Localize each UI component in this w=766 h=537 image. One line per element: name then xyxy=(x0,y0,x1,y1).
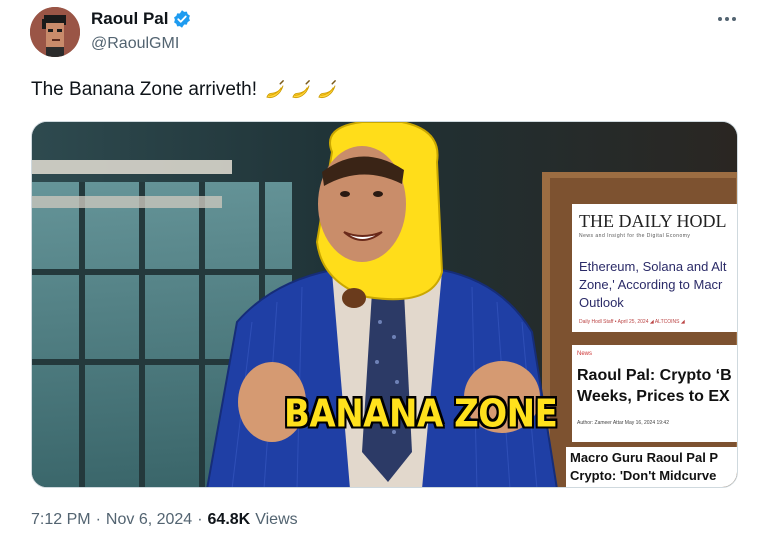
pixel-punk-avatar-icon xyxy=(30,7,80,57)
section-tag: News xyxy=(577,351,593,357)
emoji-group xyxy=(263,78,338,101)
views-label: Views xyxy=(255,511,298,528)
article-meta: Author: Zameer Attar May 16, 2024 19:42 xyxy=(577,420,669,426)
dot-icon xyxy=(718,17,722,21)
article-meta: Daily Hodl Staff • April 25, 2024 ◢ ALTC… xyxy=(579,319,685,325)
separator: · xyxy=(197,511,203,528)
headline-line: Weeks, Prices to EX xyxy=(577,388,730,405)
banana-emoji-icon xyxy=(292,80,310,98)
tweet-media-image[interactable]: BANANA ZONE THE DAILY HODL News and Insi… xyxy=(31,121,738,488)
article-card-daily-hodl: THE DAILY HODL News and Insight for the … xyxy=(572,204,737,332)
headline-line: Ethereum, Solana and Alt xyxy=(579,259,727,274)
meme-caption: BANANA ZONE xyxy=(284,391,558,437)
author-display-name[interactable]: Raoul Pal xyxy=(91,9,168,29)
article-headline: Raoul Pal: Crypto ‘B Weeks, Prices to EX xyxy=(577,365,732,407)
tweet-footer: 7:12 PM · Nov 6, 2024 · 64.8K Views xyxy=(31,511,298,529)
dot-icon xyxy=(725,17,729,21)
tweet-body: The Banana Zone arriveth! xyxy=(31,78,258,100)
author-handle[interactable]: @RaoulGMI xyxy=(91,35,179,53)
more-options-button[interactable] xyxy=(714,8,740,30)
outlet-tagline: News and Insight for the Digital Economy xyxy=(579,233,691,239)
views-count: 64.8K xyxy=(207,511,251,528)
headline-line: Raoul Pal: Crypto ‘B xyxy=(577,367,732,384)
banana-emoji-icon xyxy=(318,80,336,98)
tweet-text: The Banana Zone arriveth! xyxy=(31,78,338,101)
headline-line: Zone,' According to Macr xyxy=(579,277,723,292)
author-name-row: Raoul Pal xyxy=(91,8,192,30)
banana-emoji-icon xyxy=(266,80,284,98)
headline-line: Macro Guru Raoul Pal P xyxy=(570,450,719,465)
article-headline: Ethereum, Solana and Alt Zone,' Accordin… xyxy=(579,258,737,312)
article-headline: Macro Guru Raoul Pal P Crypto: 'Don't Mi… xyxy=(570,449,718,485)
headline-line: Outlook xyxy=(579,295,624,310)
headline-line: Crypto: 'Don't Midcurve xyxy=(570,468,717,483)
separator: · xyxy=(95,511,101,528)
article-card-news: News Raoul Pal: Crypto ‘B Weeks, Prices … xyxy=(572,345,737,442)
tweet-time[interactable]: 7:12 PM xyxy=(31,511,91,529)
tweet-date[interactable]: Nov 6, 2024 xyxy=(106,511,192,529)
article-card-macro-guru: Macro Guru Raoul Pal P Crypto: 'Don't Mi… xyxy=(566,447,737,487)
outlet-title: THE DAILY HODL xyxy=(579,211,727,231)
verified-badge-icon xyxy=(174,10,191,28)
avatar[interactable] xyxy=(30,7,80,57)
dot-icon xyxy=(732,17,736,21)
